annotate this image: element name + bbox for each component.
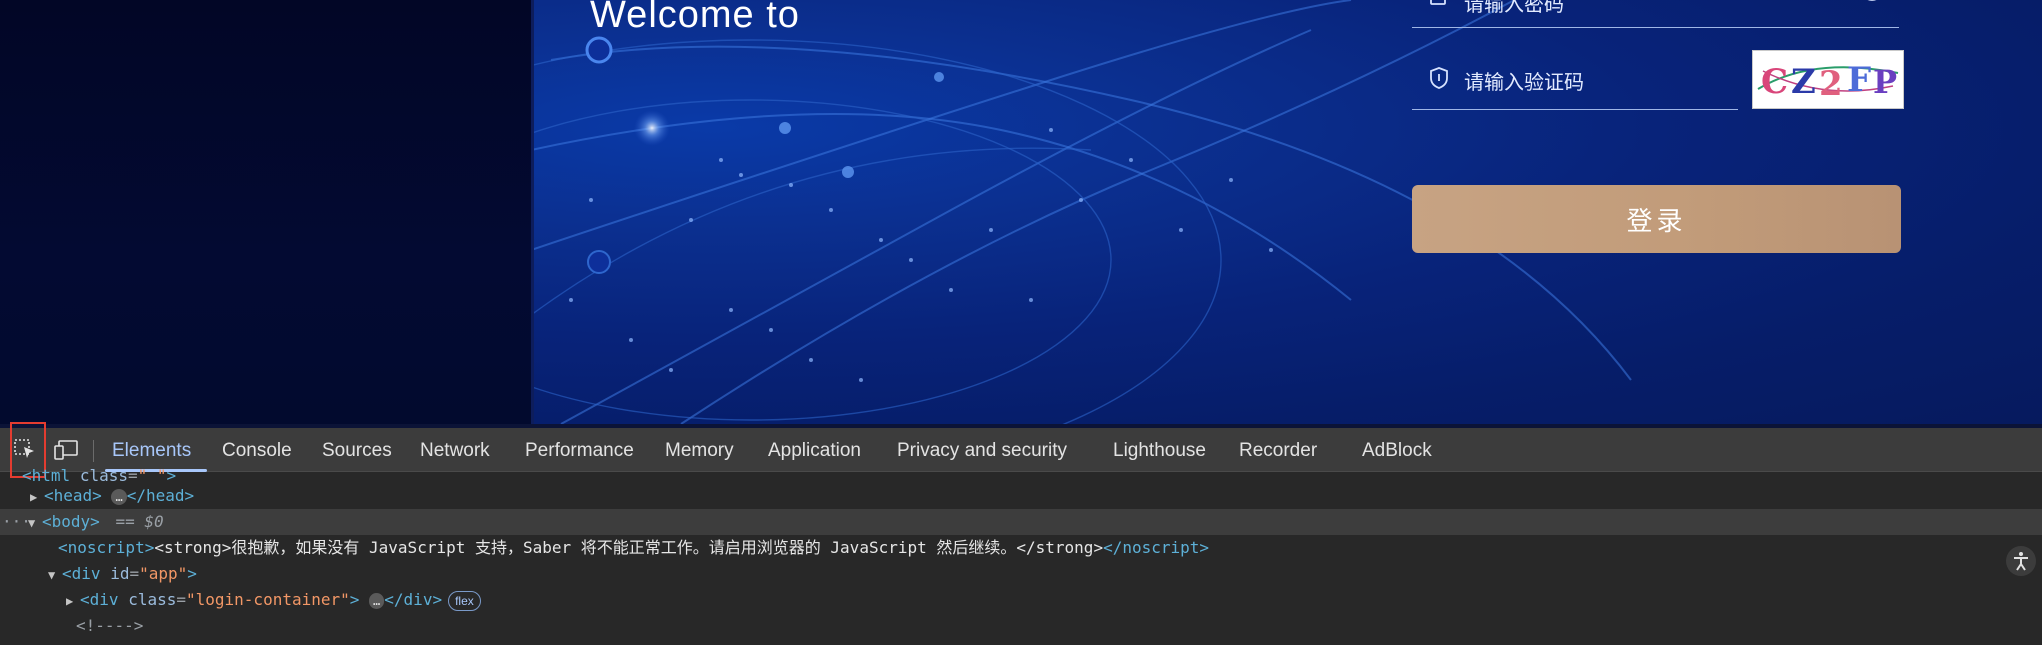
dom-node-div-app[interactable]: ▼ <div id="app"> — [0, 561, 2042, 587]
login-button[interactable]: 登录 — [1412, 185, 1901, 253]
collapsed-content-pill[interactable]: … — [369, 592, 385, 609]
password-underline — [1412, 27, 1899, 28]
dom-node-head[interactable]: ▶ <head> … </head> — [0, 483, 2042, 509]
expand-triangle-icon[interactable]: ▶ — [66, 588, 80, 614]
more-options-icon[interactable]: ··· — [0, 509, 31, 535]
tab-sources[interactable]: Sources — [322, 440, 392, 462]
svg-text:C: C — [1761, 62, 1788, 102]
dom-node-login-container[interactable]: ▶ <div class="login-container"> … </div> fl… — [0, 587, 2042, 613]
collapsed-content-pill[interactable]: … — [111, 488, 127, 505]
accessibility-icon[interactable] — [2006, 546, 2036, 576]
captcha-input[interactable]: 请输入验证码 — [1464, 66, 1584, 95]
dom-node-comment[interactable]: <!----> — [0, 613, 2042, 639]
page-viewport: Welcome to 请输入密码 请输入验证码 C Z 2 F P 登录 — [0, 0, 2042, 428]
tab-elements[interactable]: Elements — [112, 440, 191, 462]
tab-performance[interactable]: Performance — [525, 440, 634, 462]
tab-privacy-security[interactable]: Privacy and security — [897, 440, 1067, 462]
svg-text:F: F — [1847, 60, 1871, 100]
tab-lighthouse[interactable]: Lighthouse — [1113, 440, 1206, 462]
collapse-triangle-icon[interactable]: ▼ — [28, 510, 42, 536]
panel-edge — [531, 0, 534, 424]
password-input[interactable]: 请输入密码 — [1464, 0, 1564, 17]
selected-node-marker: == $0 — [115, 512, 164, 531]
captcha-graphic: C Z 2 F P — [1757, 60, 1899, 104]
svg-text:Z: Z — [1791, 62, 1816, 102]
devtools-panel: Elements Console Sources Network Perform… — [0, 422, 2042, 645]
dom-node-noscript[interactable]: <noscript><strong>很抱歉，如果没有 JavaScript 支持… — [0, 535, 2042, 561]
dom-node-body[interactable]: ···▼ <body> == $0 — [0, 509, 2042, 535]
collapse-triangle-icon[interactable]: ▼ — [48, 562, 62, 588]
captcha-underline — [1412, 109, 1738, 110]
dom-tree: <html class=" "> ▶ <head> … </head> ···▼ <b… — [0, 466, 2042, 645]
svg-text:2: 2 — [1819, 64, 1843, 104]
captcha-image[interactable]: C Z 2 F P — [1752, 50, 1904, 109]
eye-icon[interactable] — [1862, 0, 1882, 13]
shield-icon — [1428, 66, 1450, 95]
lock-icon — [1428, 0, 1448, 13]
device-toolbar-icon[interactable] — [54, 438, 78, 462]
tab-console[interactable]: Console — [222, 440, 292, 462]
background-left-panel — [0, 0, 531, 428]
tab-application[interactable]: Application — [768, 440, 861, 462]
tab-adblock[interactable]: AdBlock — [1362, 440, 1432, 462]
tab-memory[interactable]: Memory — [665, 440, 734, 462]
noscript-text: <strong>很抱歉，如果没有 JavaScript 支持，Saber 将不能… — [154, 538, 1104, 557]
tab-network[interactable]: Network — [420, 440, 490, 462]
flex-badge[interactable]: flex — [448, 590, 481, 611]
welcome-heading: Welcome to — [590, 0, 800, 36]
svg-text:P: P — [1873, 63, 1897, 101]
expand-triangle-icon[interactable]: ▶ — [30, 484, 44, 510]
toolbar-separator — [93, 440, 94, 462]
tab-recorder[interactable]: Recorder — [1239, 440, 1317, 462]
